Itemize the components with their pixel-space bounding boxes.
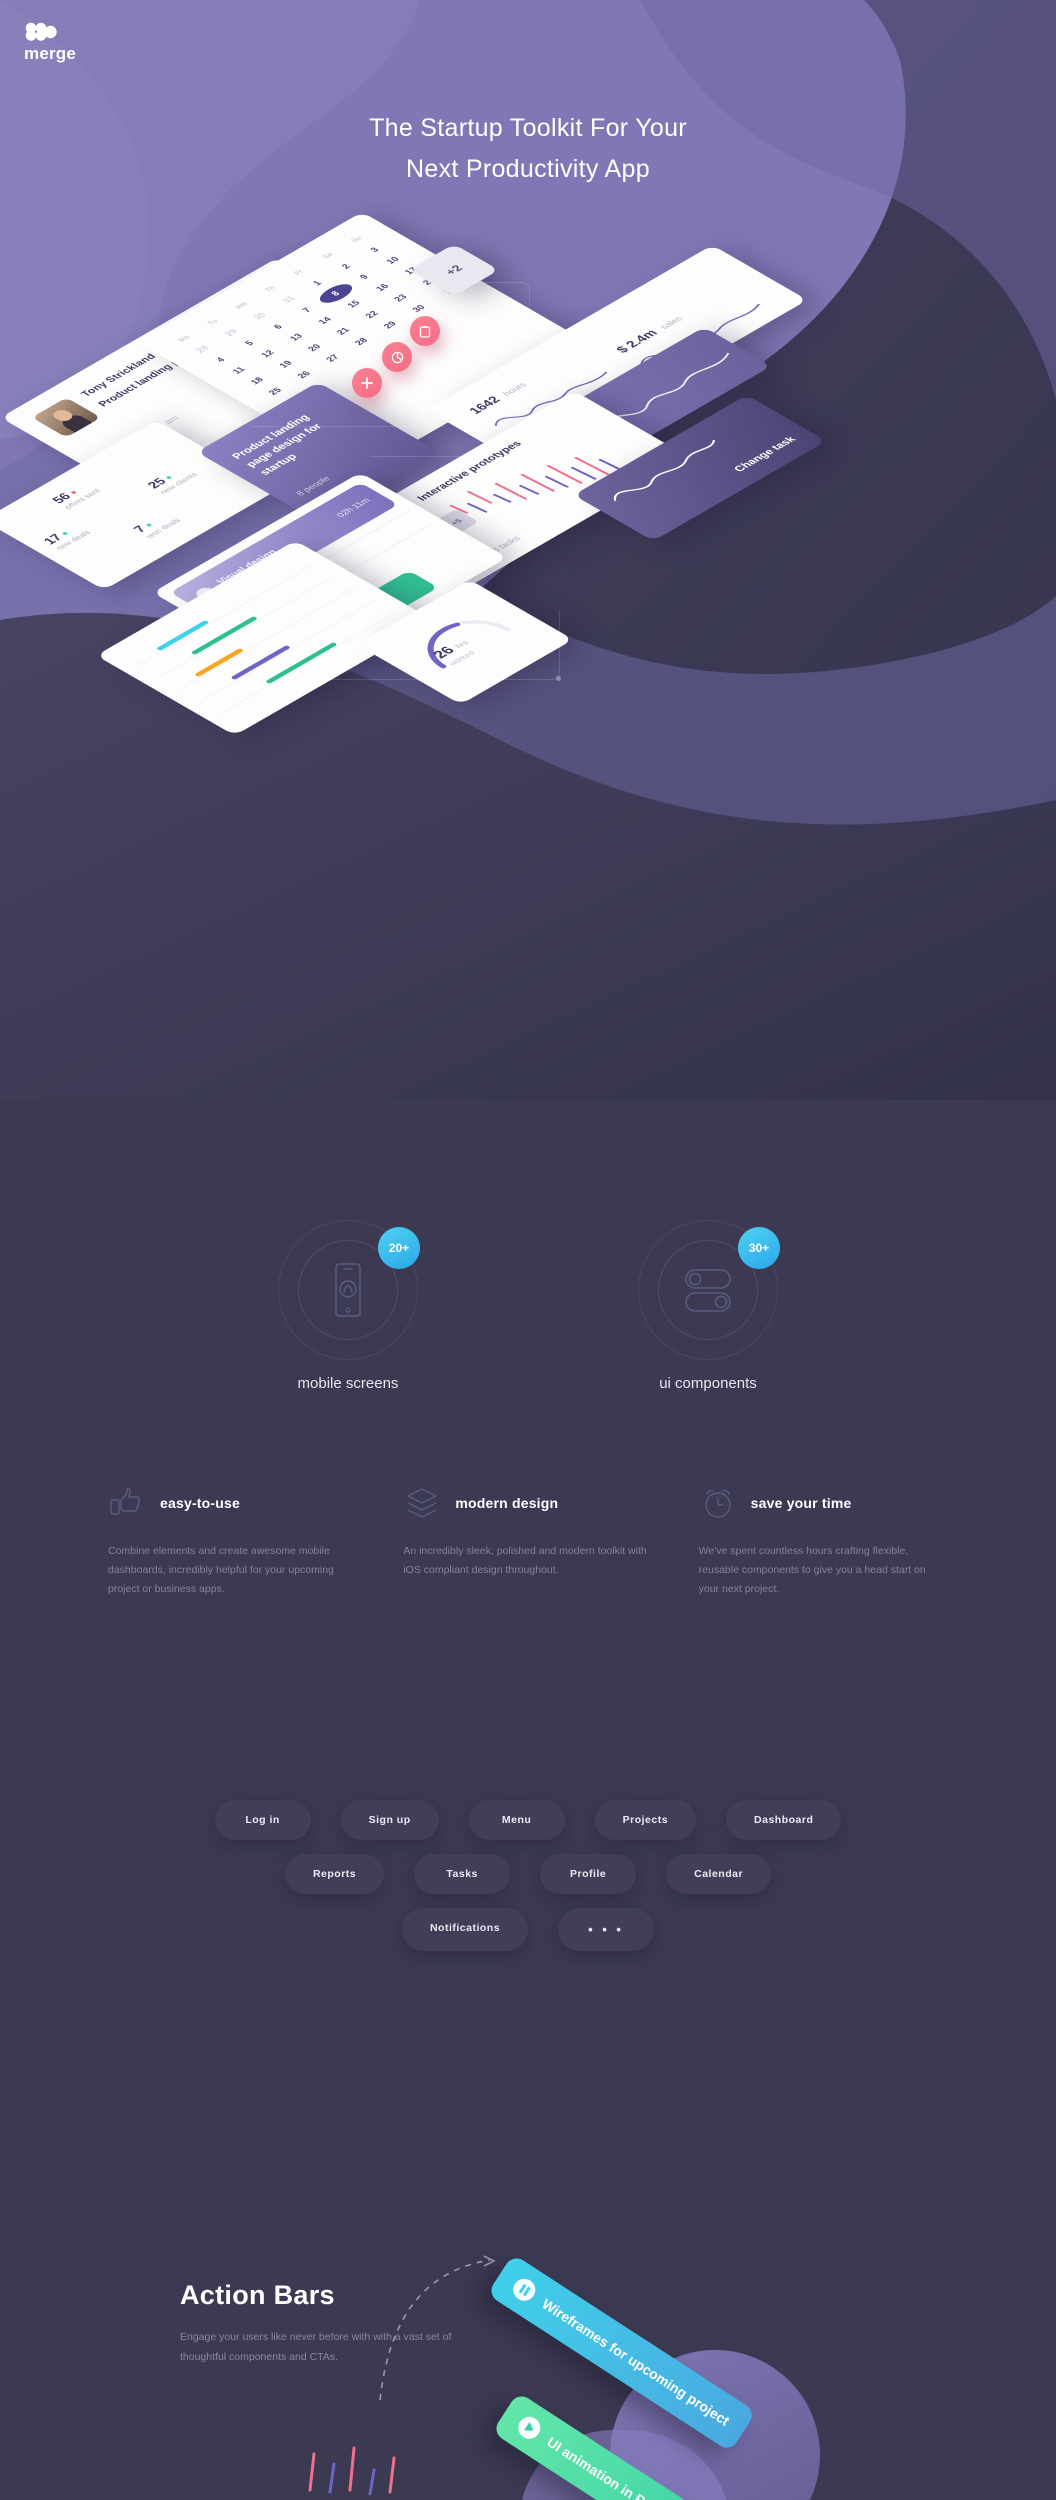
kpi-dot	[70, 490, 78, 495]
avatar	[31, 397, 101, 438]
pill-[interactable]: • • •	[558, 1908, 655, 1951]
count-mobile-screens: 20+ mobile screens	[248, 1215, 448, 1392]
pill-sign-up[interactable]: Sign up	[340, 1800, 439, 1840]
kpi-item: 56 offers sent	[49, 479, 103, 510]
kpi-dot	[145, 522, 153, 527]
pill-log-in[interactable]: Log in	[214, 1800, 311, 1840]
pills-section: Log in Sign up Menu Projects Dashboard Repor…	[0, 1800, 1056, 1965]
connector-line	[370, 456, 520, 546]
feature-title: modern design	[455, 1495, 559, 1511]
count-ui-components: 30+ ui components	[608, 1215, 808, 1392]
fab-plus[interactable]	[352, 368, 382, 398]
pill-tasks[interactable]: Tasks	[414, 1854, 511, 1894]
alarm-clock-icon	[704, 1489, 731, 1518]
hero-section: merge The Startup Toolkit For Your Next …	[0, 0, 1056, 1100]
brand-name: merge	[24, 44, 77, 63]
thumbs-up-icon	[110, 1487, 141, 1515]
brand-logo[interactable]: merge	[24, 22, 144, 64]
pill-row-secondary: Reports Tasks Profile Calendar	[0, 1854, 1056, 1894]
kpi-item: 25 new clients	[144, 463, 200, 495]
fab-clipboard[interactable]	[410, 316, 440, 346]
layers-icon	[407, 1488, 438, 1518]
counts-section: 20+ mobile screens 30+ ui components	[0, 1215, 1056, 1392]
change-task-label: Change task	[731, 434, 799, 474]
count-label: ui components	[659, 1375, 757, 1392]
kpi-dot	[165, 475, 173, 480]
pill-profile[interactable]: Profile	[540, 1854, 637, 1894]
task-list-item-time: 02h 11m	[334, 496, 373, 519]
connector-line	[330, 610, 560, 680]
plus-icon	[361, 377, 373, 389]
kpi-dot	[61, 531, 69, 536]
action-bars-text: Action Bars Engage your users like never…	[180, 2280, 480, 2367]
page-title: The Startup Toolkit For Your Next Produc…	[0, 108, 1056, 190]
feature-body: An incredibly sleek, polished and modern…	[403, 1545, 647, 1576]
action-bars-title: Action Bars	[180, 2280, 335, 2310]
connector-dot	[418, 276, 423, 281]
pill-notifications[interactable]: Notifications	[401, 1908, 529, 1951]
features-section: easy-to-use Combine elements and create …	[0, 1480, 1056, 1599]
count-badge: 20+	[378, 1227, 420, 1269]
connector-line	[252, 426, 444, 427]
pill-projects[interactable]: Projects	[594, 1800, 697, 1840]
connector-line	[420, 282, 530, 428]
action-bars-section: Action Bars Engage your users like never…	[0, 2100, 1056, 2500]
pill-reports[interactable]: Reports	[284, 1854, 385, 1894]
pause-icon[interactable]	[509, 2274, 540, 2306]
merge-logo-icon	[25, 22, 57, 41]
feature-title: save your time	[750, 1495, 852, 1511]
headline-line-2: Next Productivity App	[406, 155, 650, 183]
kpi-item: 17 new deals	[40, 521, 93, 552]
pill-dashboard[interactable]: Dashboard	[726, 1800, 842, 1840]
count-badge: 30+	[738, 1227, 780, 1269]
chart-icon	[391, 351, 403, 363]
pill-row-primary: Log in Sign up Menu Projects Dashboard	[0, 1800, 1056, 1840]
connector-dot	[556, 676, 561, 681]
fab-chart[interactable]	[382, 342, 412, 372]
count-label: mobile screens	[297, 1375, 399, 1392]
feature-save-your-time: save your time We've spent countless hou…	[699, 1480, 948, 1599]
isometric-mockup: Tony Strickland added new project Produc…	[0, 190, 1056, 750]
pill-menu[interactable]: Menu	[468, 1800, 565, 1840]
connector-dot	[516, 542, 521, 547]
feature-modern-design: modern design An incredibly sleek, polis…	[403, 1480, 652, 1599]
feature-body: Combine elements and create awesome mobi…	[108, 1545, 334, 1595]
clipboard-icon	[419, 325, 431, 338]
decor-bar-chart	[308, 2446, 396, 2496]
feature-title: easy-to-use	[160, 1495, 241, 1511]
mobile-screen-icon	[335, 1263, 361, 1317]
action-bars-body: Engage your users like never before with…	[180, 2331, 452, 2363]
pill-calendar[interactable]: Calendar	[666, 1854, 772, 1894]
pill-row-tertiary: Notifications • • •	[0, 1908, 1056, 1951]
kpi-item: 7 won deals	[130, 509, 183, 540]
toggle-switch-icon	[685, 1269, 731, 1312]
feature-body: We've spent countless hours crafting fle…	[698, 1545, 926, 1595]
headline-line-1: The Startup Toolkit For Your	[369, 114, 687, 142]
feature-easy-to-use: easy-to-use Combine elements and create …	[108, 1480, 357, 1599]
